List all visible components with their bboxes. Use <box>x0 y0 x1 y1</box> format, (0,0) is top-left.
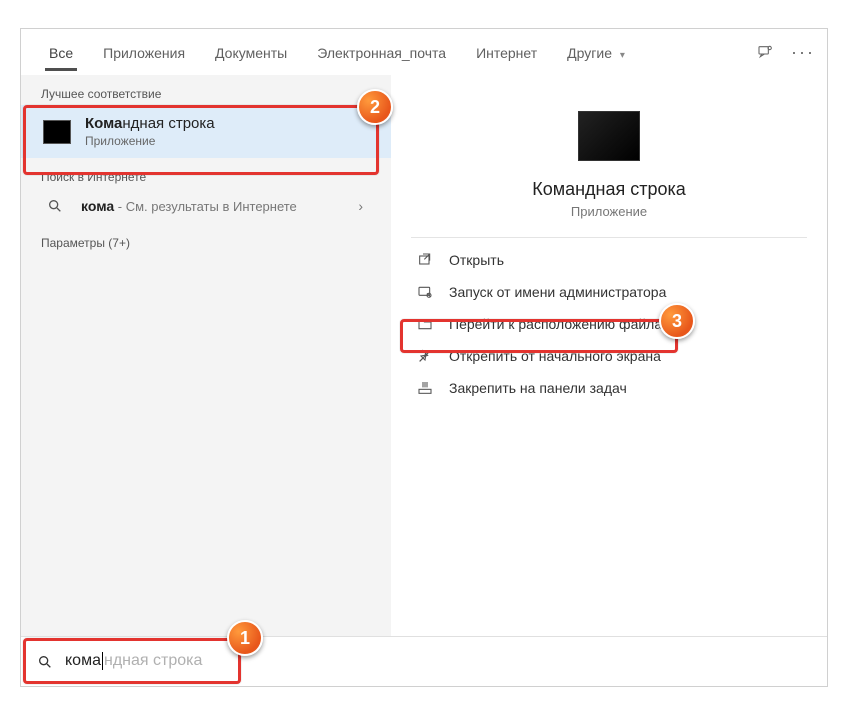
section-best-match: Лучшее соответствие <box>21 81 391 105</box>
result-title: Командная строка <box>85 115 215 132</box>
preview-title: Командная строка <box>411 179 807 200</box>
folder-icon <box>415 316 435 332</box>
more-icon[interactable]: ··· <box>791 42 815 63</box>
preview-pane: Командная строка Приложение Открыть Запу… <box>391 75 827 636</box>
action-pin-taskbar-label: Закрепить на панели задач <box>449 380 627 396</box>
filter-tabs: Все Приложения Документы Электронная_поч… <box>21 29 827 75</box>
tab-email[interactable]: Электронная_почта <box>311 33 452 71</box>
action-run-as-admin-label: Запуск от имени администратора <box>449 284 666 300</box>
feedback-icon[interactable] <box>757 44 773 60</box>
divider <box>411 237 807 238</box>
admin-icon <box>415 284 435 300</box>
results-pane: Лучшее соответствие Командная строка При… <box>21 75 391 636</box>
web-result-text: кома - См. результаты в Интернете <box>81 198 297 214</box>
top-icons: ··· <box>757 29 815 75</box>
search-text: кома ндная строка <box>65 652 202 670</box>
result-texts: Командная строка Приложение <box>85 115 215 148</box>
tab-other-label: Другие <box>567 45 612 61</box>
tab-all[interactable]: Все <box>43 33 79 71</box>
open-icon <box>415 252 435 268</box>
result-title-match: Кома <box>85 115 122 132</box>
result-subtitle: Приложение <box>85 134 215 148</box>
chevron-right-icon: › <box>358 198 369 214</box>
search-bar[interactable]: кома ндная строка <box>21 636 827 686</box>
action-run-as-admin[interactable]: Запуск от имени администратора <box>411 276 807 308</box>
action-unpin-label: Открепить от начального экрана <box>449 348 661 364</box>
action-pin-taskbar[interactable]: Закрепить на панели задач <box>411 372 807 404</box>
result-title-rest: ндная строка <box>122 115 214 132</box>
action-unpin-start[interactable]: Открепить от начального экрана <box>411 340 807 372</box>
badge-1: 1 <box>227 620 263 656</box>
chevron-down-icon: ▾ <box>620 50 625 61</box>
search-autocomplete-hint: ндная строка <box>104 652 202 670</box>
tab-apps[interactable]: Приложения <box>97 33 191 71</box>
preview-app-icon <box>578 111 640 161</box>
badge-2: 2 <box>357 89 393 125</box>
result-web-search[interactable]: кома - См. результаты в Интернете › <box>21 188 391 224</box>
section-web: Поиск в Интернете <box>21 164 391 188</box>
search-window: Все Приложения Документы Электронная_поч… <box>20 28 828 687</box>
web-result-suffix: - См. результаты в Интернете <box>114 199 297 214</box>
preview-subtitle: Приложение <box>411 204 807 219</box>
tab-other[interactable]: Другие ▾ <box>561 33 631 71</box>
section-params: Параметры (7+) <box>21 230 391 254</box>
search-caret <box>101 652 104 670</box>
tab-docs[interactable]: Документы <box>209 33 293 71</box>
result-command-prompt[interactable]: Командная строка Приложение <box>21 105 391 158</box>
badge-3: 3 <box>659 303 695 339</box>
pin-taskbar-icon <box>415 380 435 396</box>
search-icon <box>43 198 67 214</box>
unpin-icon <box>415 348 435 364</box>
action-open-label: Открыть <box>449 252 504 268</box>
action-location-label: Перейти к расположению файла <box>449 316 662 332</box>
search-icon <box>37 654 53 670</box>
tab-internet[interactable]: Интернет <box>470 33 543 71</box>
action-open-file-location[interactable]: Перейти к расположению файла <box>411 308 807 340</box>
search-typed-text: кома <box>65 652 101 670</box>
cmd-app-icon <box>43 120 71 144</box>
web-result-match: кома <box>81 198 114 214</box>
action-open[interactable]: Открыть <box>411 244 807 276</box>
